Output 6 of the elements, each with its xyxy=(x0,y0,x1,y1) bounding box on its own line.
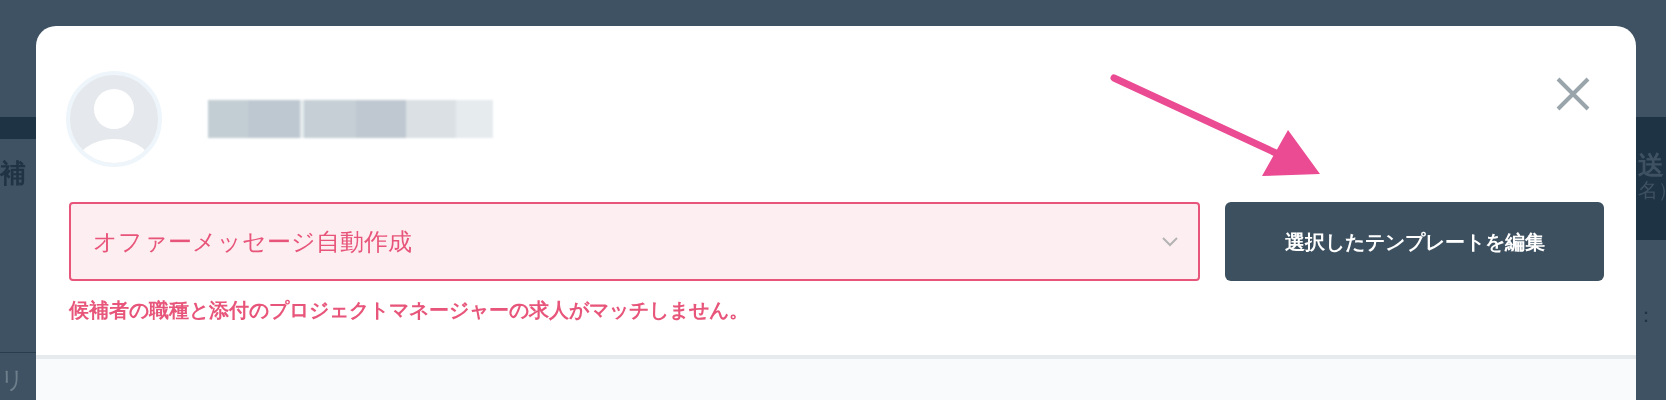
close-icon[interactable] xyxy=(1556,77,1590,111)
error-message: 候補者の職種と添付のプロジェクトマネージャーの求人がマッチしません。 xyxy=(69,298,750,323)
avatar-icon xyxy=(66,71,162,167)
edit-template-button[interactable]: 選択したテンプレートを編集 xyxy=(1225,202,1604,281)
background-text: ： xyxy=(1636,303,1656,328)
chevron-down-icon xyxy=(1162,236,1178,247)
